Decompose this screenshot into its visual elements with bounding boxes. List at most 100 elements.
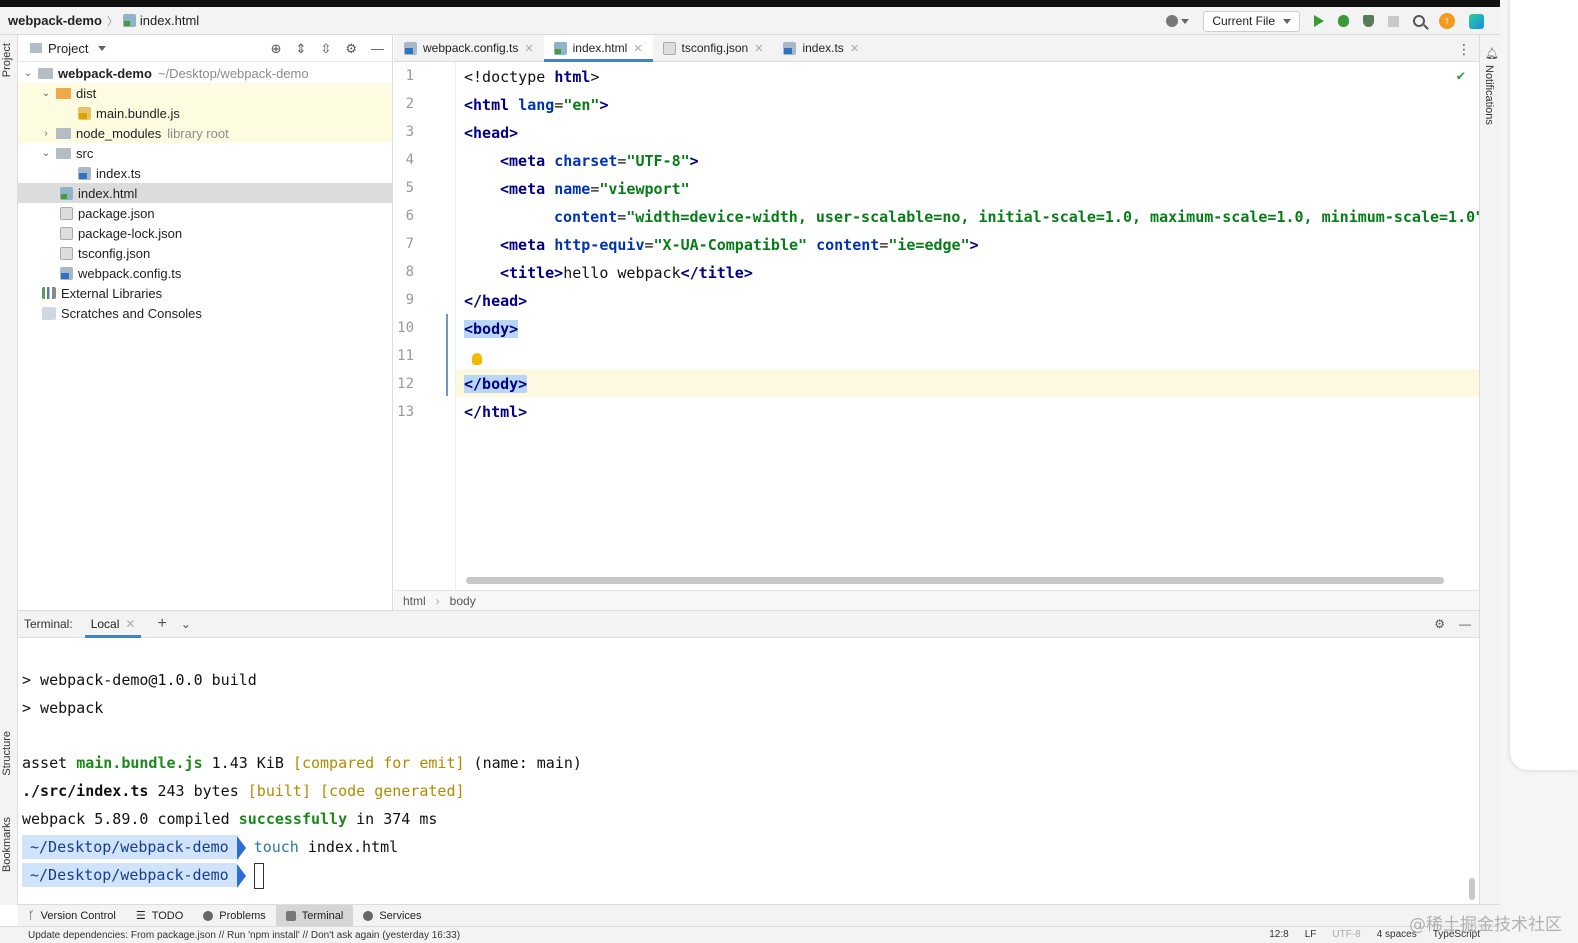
terminal-scrollbar[interactable] <box>1469 878 1475 900</box>
terminal-tab-local[interactable]: Local ✕ <box>84 610 142 638</box>
chevron-down-icon[interactable] <box>98 45 107 51</box>
code-line-3: <head> <box>464 124 519 142</box>
run-config-dropdown[interactable]: Current File <box>1203 10 1300 32</box>
window-top-strip <box>0 0 1500 7</box>
tree-item-index-ts[interactable]: index.ts <box>18 163 392 183</box>
tree-item-src[interactable]: ⌄ src <box>18 143 392 163</box>
more-icon[interactable]: ⋮ <box>1457 41 1471 58</box>
terminal-output[interactable]: > webpack-demo@1.0.0 build > webpack ass… <box>18 638 1479 904</box>
json-file-icon <box>662 41 676 55</box>
status-message[interactable]: Update dependencies: From package.json /… <box>28 930 460 941</box>
breadcrumb-body[interactable]: body <box>450 594 476 608</box>
close-icon[interactable]: ✕ <box>633 42 642 55</box>
code-line-2: <html lang="en"> <box>464 96 609 114</box>
minimize-icon[interactable]: — <box>1459 617 1471 631</box>
add-terminal-icon[interactable]: + <box>157 615 166 633</box>
bell-icon[interactable]: 🔔︎ <box>1485 47 1499 60</box>
close-icon[interactable]: ✕ <box>125 617 135 631</box>
stop-icon[interactable] <box>1388 15 1399 27</box>
close-icon[interactable]: ✕ <box>754 42 763 55</box>
notifications-tool-button[interactable]: Notifications <box>1483 65 1495 125</box>
terminal-cursor[interactable] <box>253 862 264 889</box>
terminal-title: Terminal: <box>24 617 73 631</box>
tree-item-main-bundle[interactable]: main.bundle.js <box>18 103 392 123</box>
tree-item-webpack-config-ts[interactable]: webpack.config.ts <box>18 263 392 283</box>
breadcrumb-html[interactable]: html <box>403 594 426 608</box>
close-icon[interactable]: ✕ <box>524 42 533 55</box>
structure-tool-button[interactable]: Structure <box>1 731 13 776</box>
search-icon[interactable] <box>1413 15 1425 27</box>
tree-item-package-json[interactable]: package.json <box>18 203 392 223</box>
tree-item-label: External Libraries <box>61 285 163 301</box>
run-icon[interactable] <box>1314 15 1324 27</box>
line-number: 4 <box>405 152 414 168</box>
problems-icon <box>203 910 214 921</box>
tool-label: Version Control <box>40 909 116 922</box>
tab-tsconfig-json[interactable]: tsconfig.json ✕ <box>653 35 774 61</box>
tab-index-html[interactable]: index.html ✕ <box>543 35 653 62</box>
tool-problems[interactable]: Problems <box>193 905 275 926</box>
chevron-down-icon[interactable]: ⌄ <box>40 148 52 159</box>
tree-item-scratches[interactable]: Scratches and Consoles <box>18 303 392 323</box>
tree-item-label: webpack-demo <box>58 65 152 81</box>
nav-file-label: index.html <box>139 13 200 28</box>
code-line-6: content="width=device-width, user-scalab… <box>554 208 1479 226</box>
close-icon[interactable]: ✕ <box>850 42 859 55</box>
horizontal-scrollbar[interactable] <box>466 577 1444 584</box>
tab-label: index.ts <box>802 41 844 55</box>
tree-item-dist[interactable]: ⌄ dist <box>18 83 392 103</box>
tree-item-index-html[interactable]: index.html <box>18 183 392 203</box>
tool-terminal[interactable]: Terminal <box>275 905 354 926</box>
update-icon[interactable]: ↑ <box>1439 13 1455 29</box>
chevron-right-icon[interactable]: › <box>40 128 52 139</box>
file-encoding[interactable]: UTF-8 <box>1332 929 1360 940</box>
tree-item-tsconfig-json[interactable]: tsconfig.json <box>18 243 392 263</box>
bookmarks-tool-button[interactable]: Bookmarks <box>1 817 13 872</box>
tool-version-control[interactable]: ᚴ Version Control <box>18 905 126 926</box>
nav-project-crumb[interactable]: webpack-demo <box>8 13 102 28</box>
expand-all-icon[interactable]: ⇕ <box>296 41 307 57</box>
tool-todo[interactable]: ☰ TODO <box>126 905 193 926</box>
editor-breadcrumb: html › body <box>394 590 1479 610</box>
chevron-down-icon[interactable]: ⌄ <box>40 88 52 99</box>
navigation-bar: webpack-demo 〉 index.html Current File ↑ <box>0 7 1500 35</box>
user-icon[interactable] <box>1166 15 1190 27</box>
code-line-4: <meta charset="UTF-8"> <box>500 152 699 170</box>
js-file-icon <box>78 106 91 120</box>
code-line-5: <meta name="viewport" <box>500 180 690 198</box>
nav-file-crumb[interactable]: index.html <box>122 13 200 28</box>
collapse-all-icon[interactable]: ⇳ <box>320 41 331 57</box>
tool-services[interactable]: Services <box>353 905 431 926</box>
coverage-icon[interactable] <box>1363 15 1374 27</box>
line-number: 1 <box>405 68 414 84</box>
line-separator[interactable]: LF <box>1305 929 1317 940</box>
tree-item-node-modules[interactable]: › node_modules library root <box>18 123 392 143</box>
project-tool-button[interactable]: Project <box>1 43 13 77</box>
tree-item-label: index.ts <box>96 165 141 181</box>
chevron-down-icon[interactable]: ⌄ <box>181 617 191 631</box>
ts-file-icon <box>783 41 797 55</box>
debug-icon[interactable] <box>1338 15 1349 27</box>
lightbulb-icon[interactable] <box>472 353 482 365</box>
chevron-down-icon[interactable]: ⌄ <box>22 68 34 79</box>
tree-item-external-libraries[interactable]: External Libraries <box>18 283 392 303</box>
project-panel-title[interactable]: Project <box>48 41 88 56</box>
terminal-icon <box>285 910 296 921</box>
terminal-header: Terminal: Local ✕ + ⌄ ⚙ — <box>18 610 1479 638</box>
tree-item-package-lock-json[interactable]: package-lock.json <box>18 223 392 243</box>
caret-position[interactable]: 12:8 <box>1269 929 1288 940</box>
tree-item-webpack-demo[interactable]: ⌄ webpack-demo ~/Desktop/webpack-demo <box>18 63 392 83</box>
minimize-icon[interactable]: — <box>371 41 384 56</box>
list-icon: ☰ <box>135 910 146 922</box>
gear-icon[interactable]: ⚙ <box>345 41 357 57</box>
gear-icon[interactable]: ⚙ <box>1434 617 1445 631</box>
tab-index-ts[interactable]: index.ts ✕ <box>773 35 869 61</box>
tab-webpack-config-ts[interactable]: webpack.config.ts ✕ <box>394 35 544 61</box>
html-file-icon <box>553 41 567 55</box>
toolbox-icon[interactable] <box>1469 13 1484 29</box>
locate-icon[interactable]: ⊕ <box>271 41 282 57</box>
terminal-line: > webpack-demo@1.0.0 build <box>22 671 257 689</box>
ts-file-icon <box>78 166 91 180</box>
check-icon[interactable]: ✔ <box>1457 68 1465 84</box>
code-editor[interactable]: 1 2 3 4 5 6 7 8 9 10 11 12 13 <!doctype … <box>394 62 1479 590</box>
